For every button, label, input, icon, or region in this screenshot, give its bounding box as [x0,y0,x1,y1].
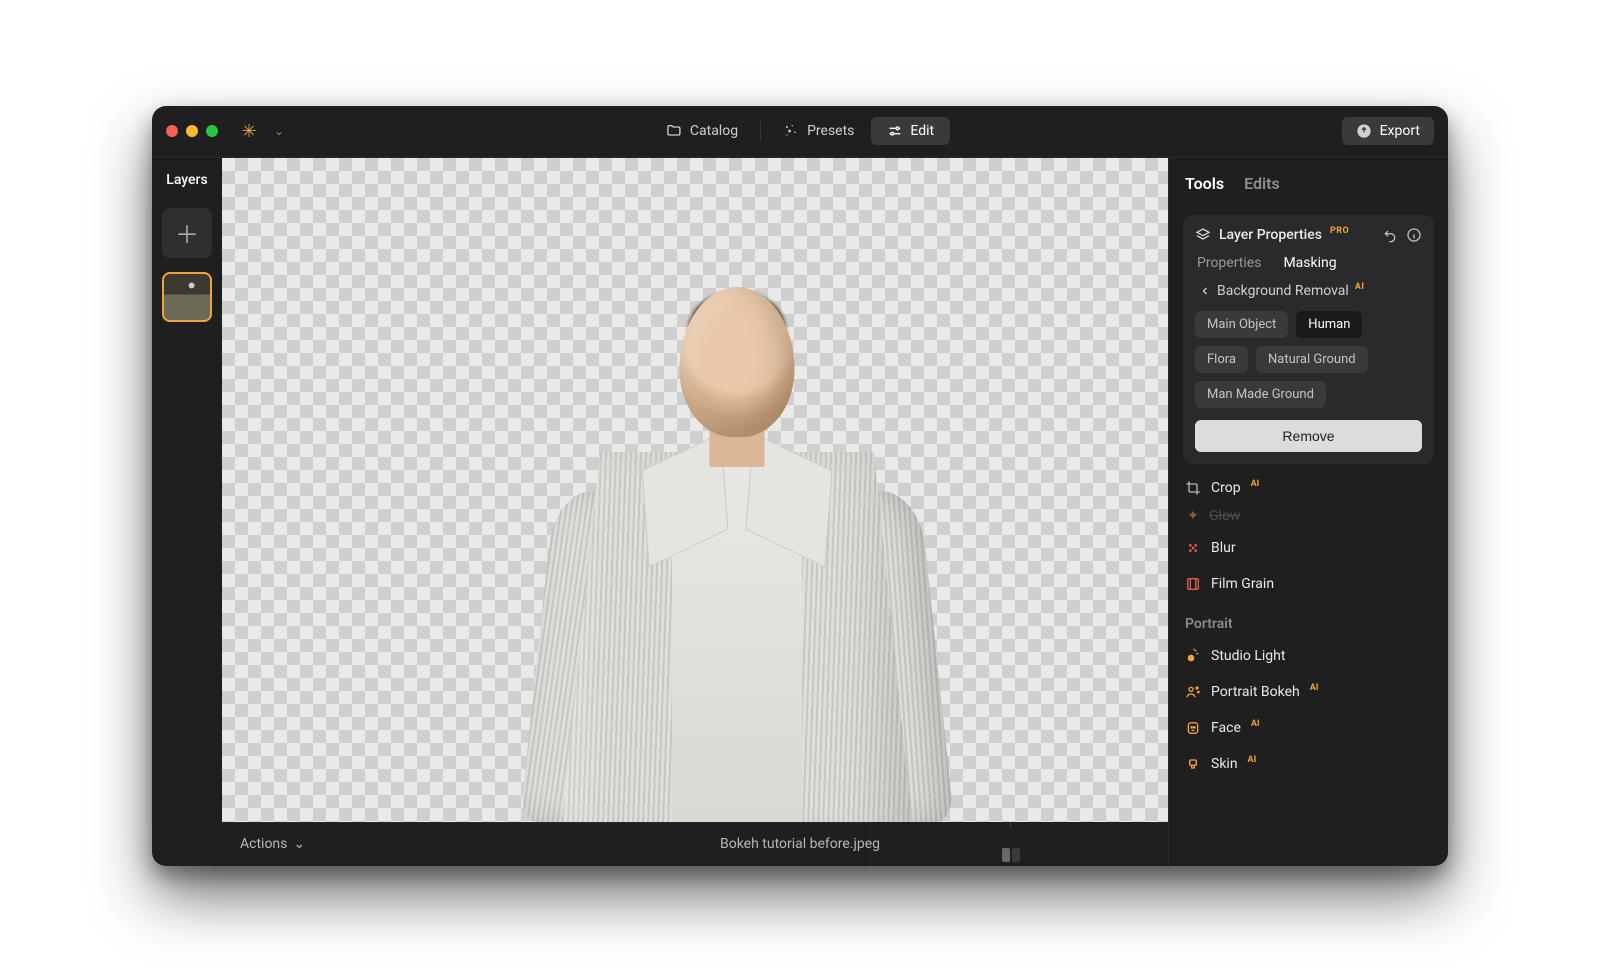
close-window-button[interactable] [166,125,178,137]
right-panel: Tools Edits Layer Properties PRO [1168,158,1448,866]
pro-badge: PRO [1330,226,1349,236]
studio-light-label: Studio Light [1211,648,1285,664]
canvas-area: Actions ⌄ Bokeh tutorial before.jpeg 100… [222,158,1168,866]
export-button[interactable]: Export [1342,117,1434,145]
tool-blur[interactable]: Blur [1183,536,1434,560]
presets-tab[interactable]: Presets [767,117,870,145]
portrait-bokeh-icon [1185,684,1201,700]
panel-title: Layer Properties [1219,227,1322,243]
skin-label: Skin [1211,756,1238,772]
ai-badge: AI [1248,755,1257,765]
plus-icon: ＋ [175,215,199,250]
subtab-properties[interactable]: Properties [1197,255,1261,271]
chip-human[interactable]: Human [1296,311,1362,338]
presets-label: Presets [807,123,854,139]
film-grain-label: Film Grain [1211,576,1274,592]
tool-portrait-bokeh[interactable]: Portrait Bokeh AI [1183,680,1434,704]
info-icon[interactable] [1406,227,1422,243]
export-label: Export [1380,123,1420,139]
face-label: Face [1211,720,1241,736]
fullscreen-window-button[interactable] [206,125,218,137]
subtab-masking[interactable]: Masking [1283,255,1336,271]
ai-badge: AI [1251,719,1260,729]
undo-icon[interactable] [1382,227,1398,243]
portrait-heading: Portrait [1183,608,1434,632]
remove-button[interactable]: Remove [1195,420,1422,452]
crop-label: Crop [1211,480,1241,496]
tool-skin[interactable]: Skin AI [1183,752,1434,776]
glow-icon: ✦ [1185,508,1201,524]
tool-face[interactable]: Face AI [1183,716,1434,740]
skin-icon [1185,756,1201,772]
tab-edits[interactable]: Edits [1244,174,1280,193]
crop-icon [1185,480,1201,496]
status-bar: Actions ⌄ Bokeh tutorial before.jpeg 100… [222,822,1168,866]
compare-icon[interactable] [1002,848,1020,862]
sparkle-icon [783,123,799,139]
portrait-bokeh-label: Portrait Bokeh [1211,684,1300,700]
subject-human [527,262,947,822]
glow-label: Glow [1209,508,1240,524]
image-canvas[interactable] [222,158,1168,822]
main-area: Layers ＋ [152,158,1448,866]
ai-badge: AI [1355,282,1365,292]
chevron-down-icon: ⌄ [293,836,305,852]
chip-man-made-ground[interactable]: Man Made Ground [1195,381,1326,408]
sliders-icon [886,123,902,139]
catalog-label: Catalog [690,123,738,139]
layers-sidebar: Layers ＋ [152,158,222,866]
app-window: ✳ ⌄ Catalog Presets Edit [152,106,1448,866]
ai-badge: AI [1310,683,1319,693]
chip-natural-ground[interactable]: Natural Ground [1256,346,1368,373]
panel-subtabs: Properties Masking [1195,255,1422,271]
filename-label: Bokeh tutorial before.jpeg [720,836,880,852]
studio-light-icon [1185,648,1201,664]
minimize-window-button[interactable] [186,125,198,137]
chip-main-object[interactable]: Main Object [1195,311,1288,338]
edit-tab[interactable]: Edit [870,117,950,145]
background-removal-back[interactable]: Background Removal AI [1195,283,1422,299]
panel-header: Layer Properties PRO [1195,227,1422,243]
layers-title: Layers [166,172,207,188]
window-controls [166,125,218,137]
blur-label: Blur [1211,540,1236,556]
layer-thumbnail[interactable] [162,272,212,322]
app-logo-icon: ✳ [238,120,260,142]
film-grain-icon [1185,576,1201,592]
layer-properties-panel: Layer Properties PRO Properties Masking [1183,215,1434,464]
chip-flora[interactable]: Flora [1195,346,1248,373]
edit-label: Edit [910,123,934,139]
folder-icon [666,123,682,139]
mask-target-chips: Main Object Human Flora Natural Ground M… [1195,311,1422,408]
tool-crop[interactable]: Crop AI [1183,476,1434,500]
right-tabs: Tools Edits [1183,170,1434,203]
actions-menu[interactable]: Actions ⌄ [240,836,305,852]
catalog-tab[interactable]: Catalog [650,117,754,145]
add-layer-button[interactable]: ＋ [162,208,212,258]
mode-switcher: Catalog Presets Edit [650,117,950,145]
tool-studio-light[interactable]: Studio Light [1183,644,1434,668]
tool-glow-ghost: ✦ Glow [1183,508,1434,524]
face-icon [1185,720,1201,736]
tool-film-grain[interactable]: Film Grain [1183,572,1434,596]
background-removal-label: Background Removal [1217,283,1349,299]
titlebar: ✳ ⌄ Catalog Presets Edit [152,106,1448,158]
blur-icon [1185,540,1201,556]
ai-badge: AI [1251,479,1260,489]
layers-icon [1195,227,1211,243]
tab-tools[interactable]: Tools [1185,174,1224,193]
app-menu-chevron-icon[interactable]: ⌄ [270,124,288,138]
divider [760,121,761,141]
chevron-left-icon [1199,285,1211,297]
actions-label: Actions [240,836,287,852]
export-icon [1356,123,1372,139]
